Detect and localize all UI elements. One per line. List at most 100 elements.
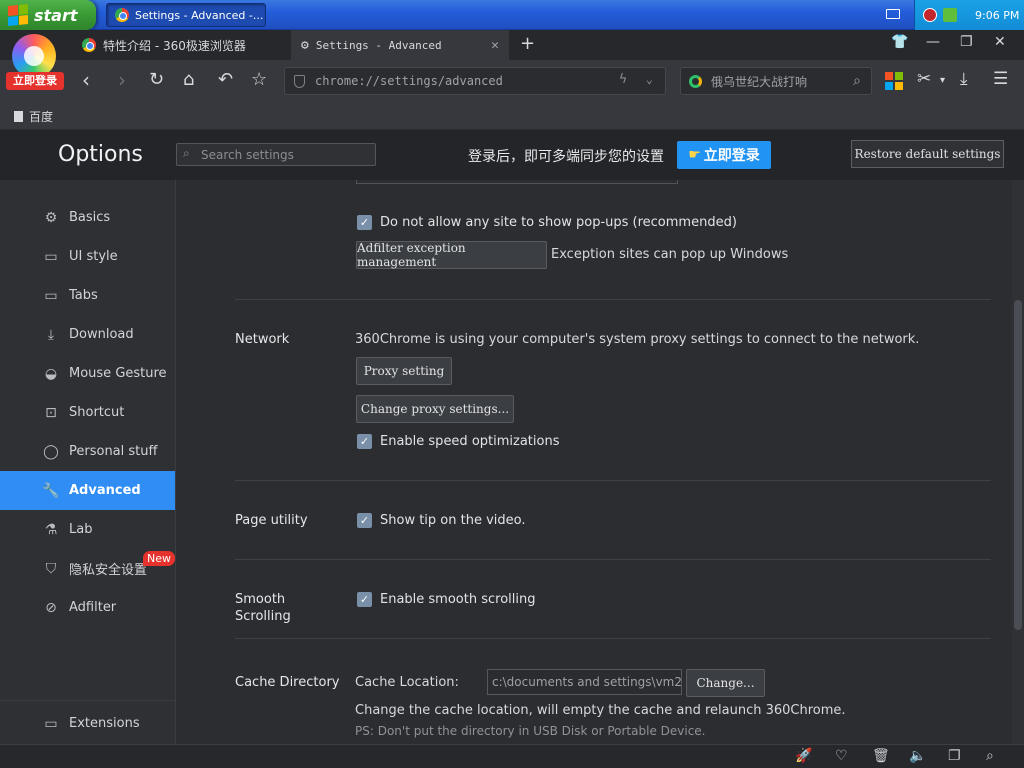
section-divider [235, 559, 991, 560]
site-security-icon[interactable] [294, 75, 305, 88]
forward-icon[interactable]: › [118, 68, 126, 92]
content-scrollbar[interactable] [1012, 180, 1024, 744]
proxy-setting-button[interactable]: Proxy setting [356, 357, 452, 385]
restore-window-icon[interactable]: ❐ [960, 34, 973, 50]
network-tray-icon[interactable] [943, 8, 957, 22]
address-bar[interactable]: chrome://settings/advanced ϟ ⌄ [284, 67, 666, 95]
close-window-icon[interactable]: ✕ [994, 34, 1006, 50]
popup-block-checkbox[interactable]: ✓ Do not allow any site to show pop-ups … [357, 215, 737, 230]
checkbox-checked-icon[interactable]: ✓ [357, 215, 372, 230]
logo-login-badge[interactable]: 立即登录 [6, 72, 64, 90]
volume-icon[interactable]: 🔈 [909, 748, 926, 764]
system-tray: 9:06 PM [914, 0, 1024, 30]
block-icon: ⊘ [45, 599, 57, 616]
sidebar-item-label: Extensions [69, 716, 140, 731]
screenshot-scissors-icon[interactable]: ✂ [917, 69, 931, 89]
settings-gear-icon: ⚙ [301, 37, 309, 53]
checkbox-checked-icon[interactable]: ✓ [357, 513, 372, 528]
section-divider [235, 638, 991, 639]
sidebar-item-mouse[interactable]: ◒ Mouse Gesture [0, 354, 175, 393]
settings-search-input[interactable]: ⌕ Search settings [176, 143, 376, 166]
tab-features[interactable]: 特性介绍 - 360极速浏览器 [72, 30, 288, 60]
sidebar-item-label: Download [69, 327, 134, 342]
sidebar-item-block[interactable]: ⊘ Adfilter [0, 588, 175, 627]
download-manager-icon[interactable]: ⤓ [960, 69, 968, 89]
adfilter-exception-button[interactable]: Adfilter exception management [356, 241, 547, 269]
web-search-placeholder[interactable]: 俄乌世纪大战打响 [711, 73, 807, 90]
zoom-icon[interactable]: ⌕ [986, 748, 994, 764]
trash-icon[interactable]: 🗑 [872, 748, 890, 764]
checkbox-label: Enable speed optimizations [380, 434, 560, 449]
speed-mode-icon[interactable]: ϟ [619, 72, 627, 87]
back-icon[interactable]: ‹ [82, 68, 90, 92]
change-proxy-button[interactable]: Change proxy settings... [356, 395, 514, 423]
keyboard-icon[interactable] [886, 9, 900, 19]
apps-grid-icon[interactable] [885, 72, 903, 90]
section-divider [235, 480, 991, 481]
close-tab-icon[interactable]: ✕ [491, 38, 499, 53]
minimize-icon[interactable]: — [926, 34, 940, 50]
speed-optimization-checkbox[interactable]: ✓ Enable speed optimizations [357, 434, 559, 449]
search-icon: ⌕ [183, 146, 190, 160]
rocket-boost-icon[interactable]: 🚀 [795, 748, 812, 764]
smooth-scrolling-checkbox[interactable]: ✓ Enable smooth scrolling [357, 592, 536, 607]
restore-defaults-button[interactable]: Restore default settings [851, 140, 1004, 168]
web-search-box[interactable]: 俄乌世纪大战打响 ⌕ [680, 67, 872, 95]
checkbox-checked-icon[interactable]: ✓ [357, 592, 372, 607]
sidebar-item-download[interactable]: ⤓ Download [0, 315, 175, 354]
download-icon: ⤓ [47, 326, 55, 343]
address-dropdown-icon[interactable]: ⌄ [646, 72, 653, 86]
person-icon: ◯ [43, 443, 59, 460]
page-icon [14, 111, 23, 122]
health-heart-icon[interactable]: ♡ [835, 748, 848, 764]
sidebar-item-window[interactable]: ▭ UI style [0, 237, 175, 276]
browser-logo[interactable]: 立即登录 [4, 34, 64, 90]
scrollbar-thumb[interactable] [1014, 300, 1022, 630]
section-divider [235, 299, 991, 300]
antivirus-tray-icon[interactable] [923, 8, 937, 22]
bookmark-star-icon[interactable]: ☆ [251, 68, 267, 92]
new-badge: New [143, 551, 175, 566]
address-text[interactable]: chrome://settings/advanced [315, 74, 503, 88]
popup-note: Exception sites can pop up Windows [551, 247, 789, 262]
sidebar-item-extensions[interactable]: ▭ Extensions [0, 704, 175, 743]
sidebar-item-label: Personal stuff [69, 444, 158, 459]
sidebar-item-gear[interactable]: ⚙ Basics [0, 198, 175, 237]
sidebar-item-person[interactable]: ◯ Personal stuff [0, 432, 175, 471]
label-line: Smooth [235, 592, 286, 607]
sidebar-item-tab[interactable]: ▭ Tabs [0, 276, 175, 315]
search-icon[interactable]: ⌕ [853, 73, 861, 89]
clock[interactable]: 9:06 PM [975, 9, 1019, 22]
login-button[interactable]: ☛ 立即登录 [677, 141, 771, 169]
scissors-dropdown-icon[interactable]: ▾ [940, 75, 945, 86]
checkbox-checked-icon[interactable]: ✓ [357, 434, 372, 449]
search-engine-icon[interactable] [689, 75, 702, 88]
taskbar-window-button[interactable]: Settings - Advanced -... [106, 3, 266, 27]
sidebar-item-shield[interactable]: ⛉ 隐私安全设置 New [0, 549, 175, 588]
undo-close-icon[interactable]: ↶ [218, 68, 233, 92]
change-cache-button[interactable]: Change... [686, 669, 765, 697]
checkbox-label: Enable smooth scrolling [380, 592, 536, 607]
video-tip-checkbox[interactable]: ✓ Show tip on the video. [357, 513, 526, 528]
new-tab-button[interactable]: + [520, 33, 535, 54]
home-icon[interactable]: ⌂ [183, 68, 194, 92]
shortcut-icon: ⊡ [45, 404, 57, 421]
section-label-network: Network [235, 332, 290, 347]
sidebar-item-shortcut[interactable]: ⊡ Shortcut [0, 393, 175, 432]
window-mode-icon[interactable]: ❐ [948, 748, 961, 764]
sidebar-item-label: Advanced [69, 483, 141, 498]
sidebar-item-label: Basics [69, 210, 111, 225]
bookmark-baidu[interactable]: 百度 [14, 108, 53, 125]
section-label-smooth-scrolling: Smooth Scrolling [235, 591, 291, 625]
tab-title: Settings - Advanced [315, 38, 442, 52]
sidebar-item-flask[interactable]: ⚗ Lab [0, 510, 175, 549]
tab-settings-advanced[interactable]: ⚙ Settings - Advanced ✕ [291, 30, 509, 60]
start-button[interactable]: start [0, 0, 96, 30]
cache-location-field[interactable]: c:\documents and settings\vm2\ [487, 669, 682, 695]
menu-icon[interactable]: ☰ [993, 69, 1008, 89]
reload-icon[interactable]: ↻ [149, 68, 164, 92]
page-title: Options [58, 142, 143, 167]
sidebar-item-wrench[interactable]: 🔧 Advanced [0, 471, 175, 510]
window-icon: ▭ [44, 248, 58, 265]
skin-icon[interactable]: 👕 [891, 34, 908, 50]
